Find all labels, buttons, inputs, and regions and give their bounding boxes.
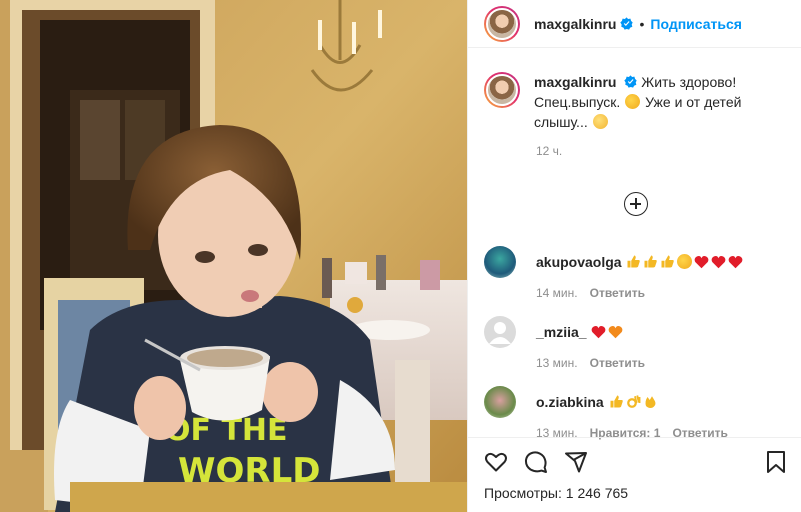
heart-eyes-emoji-icon <box>677 254 693 269</box>
ok-hand-emoji-icon <box>626 395 641 408</box>
comment-text: o.ziabkina <box>536 393 659 411</box>
reply-button[interactable]: Ответить <box>590 356 645 370</box>
bookmark-icon[interactable] <box>764 450 788 474</box>
comment-meta: 13 мин. Ответить <box>536 356 784 370</box>
caption-avatar[interactable] <box>484 72 520 108</box>
comment-text: _mziia_ <box>536 323 624 341</box>
post-side-panel: maxgalkinru • Подписаться maxgalkinru Жи… <box>467 0 801 512</box>
red-heart-emoji-icon <box>592 326 606 339</box>
thumbs-up-emoji-icon <box>644 255 658 268</box>
winking-tongue-emoji-icon <box>625 94 641 109</box>
comment-meta: 14 мин. Ответить <box>536 286 784 300</box>
comment-icon[interactable] <box>524 450 548 474</box>
caption-timestamp: 12 ч. <box>536 144 563 158</box>
views-label: Просмотры: <box>484 485 562 501</box>
comment-avatar[interactable] <box>484 316 516 348</box>
orange-heart-emoji-icon <box>609 326 623 339</box>
comment-username[interactable]: o.ziabkina <box>536 394 604 410</box>
comment-avatar[interactable] <box>484 246 516 278</box>
comment-username[interactable]: _mziia_ <box>536 324 587 340</box>
clapping-hands-emoji-icon <box>645 396 656 408</box>
author-avatar[interactable] <box>484 5 520 42</box>
post-video[interactable]: OF THE WORLD <box>0 0 467 512</box>
share-icon[interactable] <box>564 450 588 474</box>
red-heart-emoji-icon <box>729 256 743 269</box>
verified-badge-icon <box>624 75 638 88</box>
view-count: Просмотры: 1 246 765 <box>484 485 628 501</box>
post-header: maxgalkinru • Подписаться <box>468 0 801 48</box>
comment-item: akupovaolga 14 мин. Ответить <box>484 246 784 300</box>
default-avatar-icon <box>489 322 511 344</box>
comment-avatar[interactable] <box>484 386 516 418</box>
red-heart-emoji-icon <box>712 256 726 269</box>
reply-button[interactable]: Ответить <box>590 286 645 300</box>
video-frame: OF THE WORLD <box>0 0 467 512</box>
post-actions: Просмотры: 1 246 765 <box>468 437 801 512</box>
header-separator: • <box>639 15 645 32</box>
comment-item: o.ziabkina 13 мин. Нравится: 1 Ответить <box>484 386 784 440</box>
plus-circle-icon[interactable] <box>624 192 648 216</box>
views-number: 1 246 765 <box>565 485 629 501</box>
author-username[interactable]: maxgalkinru <box>534 16 616 32</box>
thumbs-up-emoji-icon <box>610 395 623 408</box>
comment-time: 14 мин. <box>536 286 578 300</box>
eye-roll-emoji-icon <box>592 114 608 129</box>
comment-time: 13 мин. <box>536 356 578 370</box>
caption-text: maxgalkinru Жить здорово! Спец.выпуск. У… <box>534 72 774 132</box>
red-heart-emoji-icon <box>695 256 709 269</box>
comment-username[interactable]: akupovaolga <box>536 254 622 270</box>
thumbs-up-emoji-icon <box>661 255 675 268</box>
post-caption: maxgalkinru Жить здорово! Спец.выпуск. У… <box>484 72 786 132</box>
comment-item: _mziia_ 13 мин. Ответить <box>484 316 784 370</box>
verified-badge-icon <box>620 17 634 30</box>
heart-icon[interactable] <box>484 450 508 474</box>
caption-username[interactable]: maxgalkinru <box>534 74 616 90</box>
comment-text: akupovaolga <box>536 253 744 271</box>
follow-button[interactable]: Подписаться <box>650 16 742 32</box>
thumbs-up-emoji-icon <box>627 255 641 268</box>
